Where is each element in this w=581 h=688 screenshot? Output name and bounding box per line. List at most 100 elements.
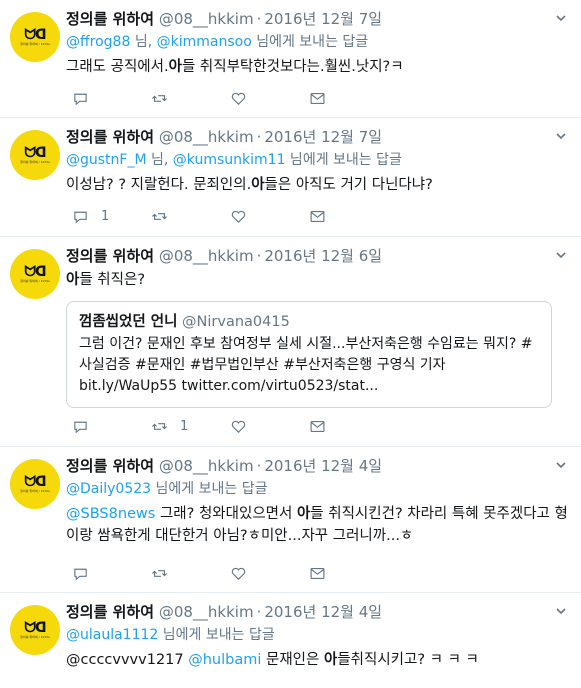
retweet-button[interactable] — [151, 208, 230, 225]
avatar-caption: 정의를 위하여 / 1970s — [20, 634, 50, 639]
like-button[interactable] — [230, 90, 309, 107]
separator-dot: · — [256, 10, 262, 28]
tweet-date[interactable]: 2016년 12월 7일 — [264, 10, 382, 28]
like-button[interactable] — [230, 418, 309, 435]
message-button[interactable] — [309, 90, 388, 107]
text-lead: @ccccvvvv1217 — [66, 652, 189, 668]
tweet-text: 이성남? ? 지랄헌다. 문죄인의.아들은 아직도 거기 다닌다냐? — [66, 177, 433, 193]
retweet-icon — [152, 570, 167, 577]
tweet-text: 아들 취직은? — [66, 272, 146, 288]
quoted-display-name: 껌좀씹었던 언니 — [79, 314, 178, 330]
tweet[interactable]: ᗢᗡ 정의를 위하여 / 1970s 정의를 위하여 @08__hkkim · 20… — [0, 447, 581, 593]
chevron-down-icon[interactable] — [555, 12, 567, 24]
reply-button[interactable]: 1 — [72, 208, 151, 225]
reply-suffix: 님에게 보내는 답글 — [151, 481, 268, 497]
avatar[interactable]: ᗢᗡ 정의를 위하여 / 1970s — [10, 249, 60, 299]
reply-button[interactable] — [72, 90, 151, 107]
avatar-caption: 정의를 위하여 / 1970s — [20, 159, 50, 164]
retweet-count: 1 — [180, 419, 189, 434]
message-button[interactable] — [309, 418, 388, 435]
tweet-date[interactable]: 2016년 12월 6일 — [264, 247, 382, 265]
message-icon — [310, 210, 325, 223]
tweet[interactable]: ᗢᗡ 정의를 위하여 / 1970s 정의를 위하여 @08__hkkim · 20… — [0, 237, 581, 447]
display-name[interactable]: 정의를 위하여 — [66, 247, 154, 265]
reply-icon — [74, 421, 87, 434]
message-button[interactable] — [309, 208, 388, 225]
reply-mention[interactable]: @ffrog88 — [66, 34, 130, 50]
reply-icon — [74, 211, 87, 224]
chevron-down-icon[interactable] — [555, 459, 567, 471]
retweet-button[interactable]: 1 — [151, 418, 230, 435]
user-handle[interactable]: @08__hkkim — [159, 603, 254, 621]
text-mention[interactable]: @hulbami — [188, 652, 261, 668]
tweet-text: @ccccvvvv1217 @hulbami 문재인은 아들취직시키고? ㅋ ㅋ… — [66, 652, 479, 668]
reply-mention[interactable]: @kimmansoo — [157, 34, 252, 50]
like-button[interactable] — [230, 565, 309, 582]
tweet[interactable]: ᗢᗡ 정의를 위하여 / 1970s 정의를 위하여 @08__hkkim · 20… — [0, 0, 581, 118]
avatar-glyph: ᗢᗡ — [24, 26, 46, 43]
like-icon — [231, 92, 246, 105]
reply-mention[interactable]: @Daily0523 — [66, 481, 151, 497]
reply-button[interactable] — [72, 565, 151, 582]
retweet-icon — [152, 213, 167, 220]
reply-mention[interactable]: @ulaula1112 — [66, 627, 158, 643]
tweet-date[interactable]: 2016년 12월 4일 — [264, 457, 382, 475]
tweet-actions: 1 — [72, 418, 388, 435]
quoted-tweet[interactable]: 껌좀씹었던 언니 @Nirvana0415 그럼 이건? 문재인 후보 참여정부… — [66, 301, 552, 408]
reply-icon — [74, 93, 87, 106]
tweet-date[interactable]: 2016년 12월 4일 — [264, 603, 382, 621]
avatar-caption: 정의를 위하여 / 1970s — [20, 278, 50, 283]
display-name[interactable]: 정의를 위하여 — [66, 603, 154, 621]
message-icon — [310, 420, 325, 433]
display-name[interactable]: 정의를 위하여 — [66, 128, 154, 146]
quoted-tweet-header: 껌좀씹었던 언니 @Nirvana0415 — [79, 312, 539, 332]
retweet-button[interactable] — [151, 90, 230, 107]
reply-mention[interactable]: @gustnF_M — [66, 152, 147, 168]
tweet[interactable]: ᗢᗡ 정의를 위하여 / 1970s 정의를 위하여 @08__hkkim · 20… — [0, 118, 581, 237]
avatar-caption: 정의를 위하여 / 1970s — [20, 488, 50, 493]
reply-mention[interactable]: @kumsunkim11 — [173, 152, 286, 168]
user-handle[interactable]: @08__hkkim — [159, 457, 254, 475]
tweet-actions — [72, 90, 388, 107]
avatar[interactable]: ᗢᗡ 정의를 위하여 / 1970s — [10, 12, 60, 62]
user-handle[interactable]: @08__hkkim — [159, 128, 254, 146]
user-handle[interactable]: @08__hkkim — [159, 247, 254, 265]
separator-dot: · — [256, 128, 262, 146]
separator-dot: · — [256, 603, 262, 621]
tweet-header: 정의를 위하여 @08__hkkim · 2016년 12월 6일 — [66, 247, 569, 265]
message-button[interactable] — [309, 565, 388, 582]
user-handle[interactable]: @08__hkkim — [159, 10, 254, 28]
tweet-header: 정의를 위하여 @08__hkkim · 2016년 12월 4일 — [66, 603, 569, 621]
text-mention[interactable]: @SBS8news — [66, 506, 155, 522]
tweet-text: @SBS8news 그래? 청와대있으면서 아들 취직시킨건? 차라리 특혜 못… — [66, 506, 568, 544]
avatar[interactable]: ᗢᗡ 정의를 위하여 / 1970s — [10, 130, 60, 180]
avatar-glyph: ᗢᗡ — [24, 619, 46, 636]
tweet-header: 정의를 위하여 @08__hkkim · 2016년 12월 7일 — [66, 10, 569, 28]
quoted-user-handle: @Nirvana0415 — [182, 314, 290, 330]
reply-icon — [74, 568, 87, 581]
tweet-header: 정의를 위하여 @08__hkkim · 2016년 12월 7일 — [66, 128, 569, 146]
chevron-down-icon[interactable] — [555, 130, 567, 142]
display-name[interactable]: 정의를 위하여 — [66, 457, 154, 475]
chevron-down-icon[interactable] — [555, 249, 567, 261]
avatar-glyph: ᗢᗡ — [24, 144, 46, 161]
avatar[interactable]: ᗢᗡ 정의를 위하여 / 1970s — [10, 605, 60, 655]
reply-context: @Daily0523 님에게 보내는 답글 — [66, 479, 569, 499]
like-icon — [231, 210, 246, 223]
avatar[interactable]: ᗢᗡ 정의를 위하여 / 1970s — [10, 459, 60, 509]
reply-button[interactable] — [72, 418, 151, 435]
like-button[interactable] — [230, 208, 309, 225]
reply-suffix: 님에게 보내는 답글 — [251, 34, 369, 50]
tweet-actions: 1 — [72, 208, 388, 225]
retweet-button[interactable] — [151, 565, 230, 582]
reply-count: 1 — [101, 209, 110, 224]
retweet-icon — [152, 423, 167, 430]
tweet-date[interactable]: 2016년 12월 7일 — [264, 128, 382, 146]
like-icon — [231, 567, 246, 580]
display-name[interactable]: 정의를 위하여 — [66, 10, 154, 28]
separator-dot: · — [256, 457, 262, 475]
tweet[interactable]: ᗢᗡ 정의를 위하여 / 1970s 정의를 위하여 @08__hkkim · 20… — [0, 593, 581, 688]
avatar-caption: 정의를 위하여 / 1970s — [20, 41, 50, 46]
chevron-down-icon[interactable] — [555, 605, 567, 617]
tweet-header: 정의를 위하여 @08__hkkim · 2016년 12월 4일 — [66, 457, 569, 475]
